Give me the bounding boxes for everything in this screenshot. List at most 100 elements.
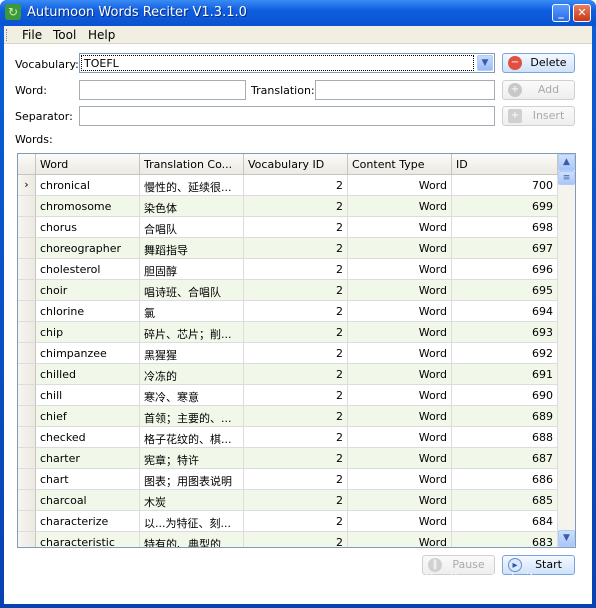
cell-vocabulary-id[interactable]: 2 bbox=[244, 469, 348, 490]
table-row[interactable]: chart 图表；用图表说明 2 Word 686 bbox=[18, 469, 558, 490]
cell-id[interactable]: 697 bbox=[452, 238, 558, 259]
column-header-word[interactable]: Word bbox=[36, 154, 140, 175]
cell-vocabulary-id[interactable]: 2 bbox=[244, 532, 348, 547]
separator-input[interactable] bbox=[79, 106, 495, 126]
cell-translation[interactable]: 慢性的、延续很... bbox=[140, 175, 244, 196]
cell-id[interactable]: 698 bbox=[452, 217, 558, 238]
vocabulary-combo[interactable]: TOEFL ▼ bbox=[79, 53, 495, 73]
cell-content-type[interactable]: Word bbox=[348, 175, 452, 196]
cell-vocabulary-id[interactable]: 2 bbox=[244, 259, 348, 280]
column-header-translation[interactable]: Translation Co... bbox=[140, 154, 244, 175]
cell-id[interactable]: 692 bbox=[452, 343, 558, 364]
cell-translation[interactable]: 图表；用图表说明 bbox=[140, 469, 244, 490]
cell-translation[interactable]: 唱诗班、合唱队 bbox=[140, 280, 244, 301]
cell-id[interactable]: 690 bbox=[452, 385, 558, 406]
cell-word[interactable]: charcoal bbox=[36, 490, 140, 511]
current-row-indicator[interactable]: › bbox=[18, 175, 36, 196]
scroll-thumb[interactable]: ≡ bbox=[558, 171, 575, 185]
words-grid[interactable]: Word Translation Co... Vocabulary ID Con… bbox=[17, 153, 576, 548]
add-button[interactable]: + Add bbox=[502, 80, 575, 100]
cell-vocabulary-id[interactable]: 2 bbox=[244, 343, 348, 364]
cell-translation[interactable]: 寒冷、寒意 bbox=[140, 385, 244, 406]
table-row[interactable]: chorus 合唱队 2 Word 698 bbox=[18, 217, 558, 238]
row-header[interactable] bbox=[18, 406, 36, 427]
table-row[interactable]: charcoal 木炭 2 Word 685 bbox=[18, 490, 558, 511]
cell-translation[interactable]: 木炭 bbox=[140, 490, 244, 511]
row-header[interactable] bbox=[18, 238, 36, 259]
column-header-vocabulary-id[interactable]: Vocabulary ID bbox=[244, 154, 348, 175]
table-row[interactable]: characterize 以...为特征、刻... 2 Word 684 bbox=[18, 511, 558, 532]
cell-content-type[interactable]: Word bbox=[348, 280, 452, 301]
row-header[interactable] bbox=[18, 511, 36, 532]
cell-word[interactable]: chill bbox=[36, 385, 140, 406]
title-bar[interactable]: ↻ Autumoon Words Reciter V1.3.1.0 _ ✕ bbox=[0, 0, 596, 26]
cell-translation[interactable]: 格子花纹的、棋... bbox=[140, 427, 244, 448]
cell-id[interactable]: 684 bbox=[452, 511, 558, 532]
cell-word[interactable]: choir bbox=[36, 280, 140, 301]
cell-content-type[interactable]: Word bbox=[348, 259, 452, 280]
cell-content-type[interactable]: Word bbox=[348, 343, 452, 364]
cell-id[interactable]: 687 bbox=[452, 448, 558, 469]
row-header[interactable] bbox=[18, 280, 36, 301]
cell-translation[interactable]: 宪章；特许 bbox=[140, 448, 244, 469]
table-row[interactable]: cholesterol 胆固醇 2 Word 696 bbox=[18, 259, 558, 280]
cell-vocabulary-id[interactable]: 2 bbox=[244, 490, 348, 511]
cell-vocabulary-id[interactable]: 2 bbox=[244, 217, 348, 238]
menu-help[interactable]: Help bbox=[88, 28, 115, 42]
cell-content-type[interactable]: Word bbox=[348, 364, 452, 385]
cell-content-type[interactable]: Word bbox=[348, 301, 452, 322]
cell-id[interactable]: 685 bbox=[452, 490, 558, 511]
cell-id[interactable]: 683 bbox=[452, 532, 558, 547]
cell-word[interactable]: choreographer bbox=[36, 238, 140, 259]
cell-translation[interactable]: 舞蹈指导 bbox=[140, 238, 244, 259]
cell-content-type[interactable]: Word bbox=[348, 427, 452, 448]
cell-vocabulary-id[interactable]: 2 bbox=[244, 280, 348, 301]
menu-tool[interactable]: Tool bbox=[53, 28, 76, 42]
word-input[interactable] bbox=[79, 80, 246, 100]
cell-word[interactable]: characterize bbox=[36, 511, 140, 532]
close-button[interactable]: ✕ bbox=[573, 4, 591, 22]
row-header[interactable] bbox=[18, 448, 36, 469]
cell-content-type[interactable]: Word bbox=[348, 385, 452, 406]
row-header[interactable] bbox=[18, 217, 36, 238]
cell-id[interactable]: 689 bbox=[452, 406, 558, 427]
cell-translation[interactable]: 胆固醇 bbox=[140, 259, 244, 280]
cell-id[interactable]: 700 bbox=[452, 175, 558, 196]
cell-translation[interactable]: 首领；主要的、... bbox=[140, 406, 244, 427]
table-row[interactable]: characteristic 特有的、典型的 2 Word 683 bbox=[18, 532, 558, 547]
vertical-scrollbar[interactable]: ▲ ≡ ▼ bbox=[558, 154, 575, 547]
row-header[interactable] bbox=[18, 259, 36, 280]
cell-id[interactable]: 696 bbox=[452, 259, 558, 280]
column-header-id[interactable]: ID bbox=[452, 154, 558, 175]
cell-content-type[interactable]: Word bbox=[348, 238, 452, 259]
cell-word[interactable]: cholesterol bbox=[36, 259, 140, 280]
scroll-down-icon[interactable]: ▼ bbox=[558, 530, 575, 547]
cell-word[interactable]: chief bbox=[36, 406, 140, 427]
cell-word[interactable]: chromosome bbox=[36, 196, 140, 217]
table-row[interactable]: charter 宪章；特许 2 Word 687 bbox=[18, 448, 558, 469]
cell-id[interactable]: 694 bbox=[452, 301, 558, 322]
cell-translation[interactable]: 冷冻的 bbox=[140, 364, 244, 385]
table-row[interactable]: checked 格子花纹的、棋... 2 Word 688 bbox=[18, 427, 558, 448]
cell-vocabulary-id[interactable]: 2 bbox=[244, 238, 348, 259]
cell-vocabulary-id[interactable]: 2 bbox=[244, 511, 348, 532]
cell-content-type[interactable]: Word bbox=[348, 469, 452, 490]
cell-translation[interactable]: 以...为特征、刻... bbox=[140, 511, 244, 532]
cell-id[interactable]: 691 bbox=[452, 364, 558, 385]
row-header[interactable] bbox=[18, 322, 36, 343]
cell-vocabulary-id[interactable]: 2 bbox=[244, 322, 348, 343]
row-header[interactable] bbox=[18, 490, 36, 511]
cell-content-type[interactable]: Word bbox=[348, 196, 452, 217]
cell-word[interactable]: checked bbox=[36, 427, 140, 448]
cell-word[interactable]: chlorine bbox=[36, 301, 140, 322]
cell-word[interactable]: chimpanzee bbox=[36, 343, 140, 364]
cell-content-type[interactable]: Word bbox=[348, 322, 452, 343]
table-row[interactable]: chimpanzee 黑猩猩 2 Word 692 bbox=[18, 343, 558, 364]
table-row[interactable]: chromosome 染色体 2 Word 699 bbox=[18, 196, 558, 217]
row-header[interactable] bbox=[18, 469, 36, 490]
table-row[interactable]: chip 碎片、芯片；削... 2 Word 693 bbox=[18, 322, 558, 343]
table-row[interactable]: choreographer 舞蹈指导 2 Word 697 bbox=[18, 238, 558, 259]
cell-vocabulary-id[interactable]: 2 bbox=[244, 196, 348, 217]
row-header[interactable] bbox=[18, 427, 36, 448]
cell-vocabulary-id[interactable]: 2 bbox=[244, 175, 348, 196]
